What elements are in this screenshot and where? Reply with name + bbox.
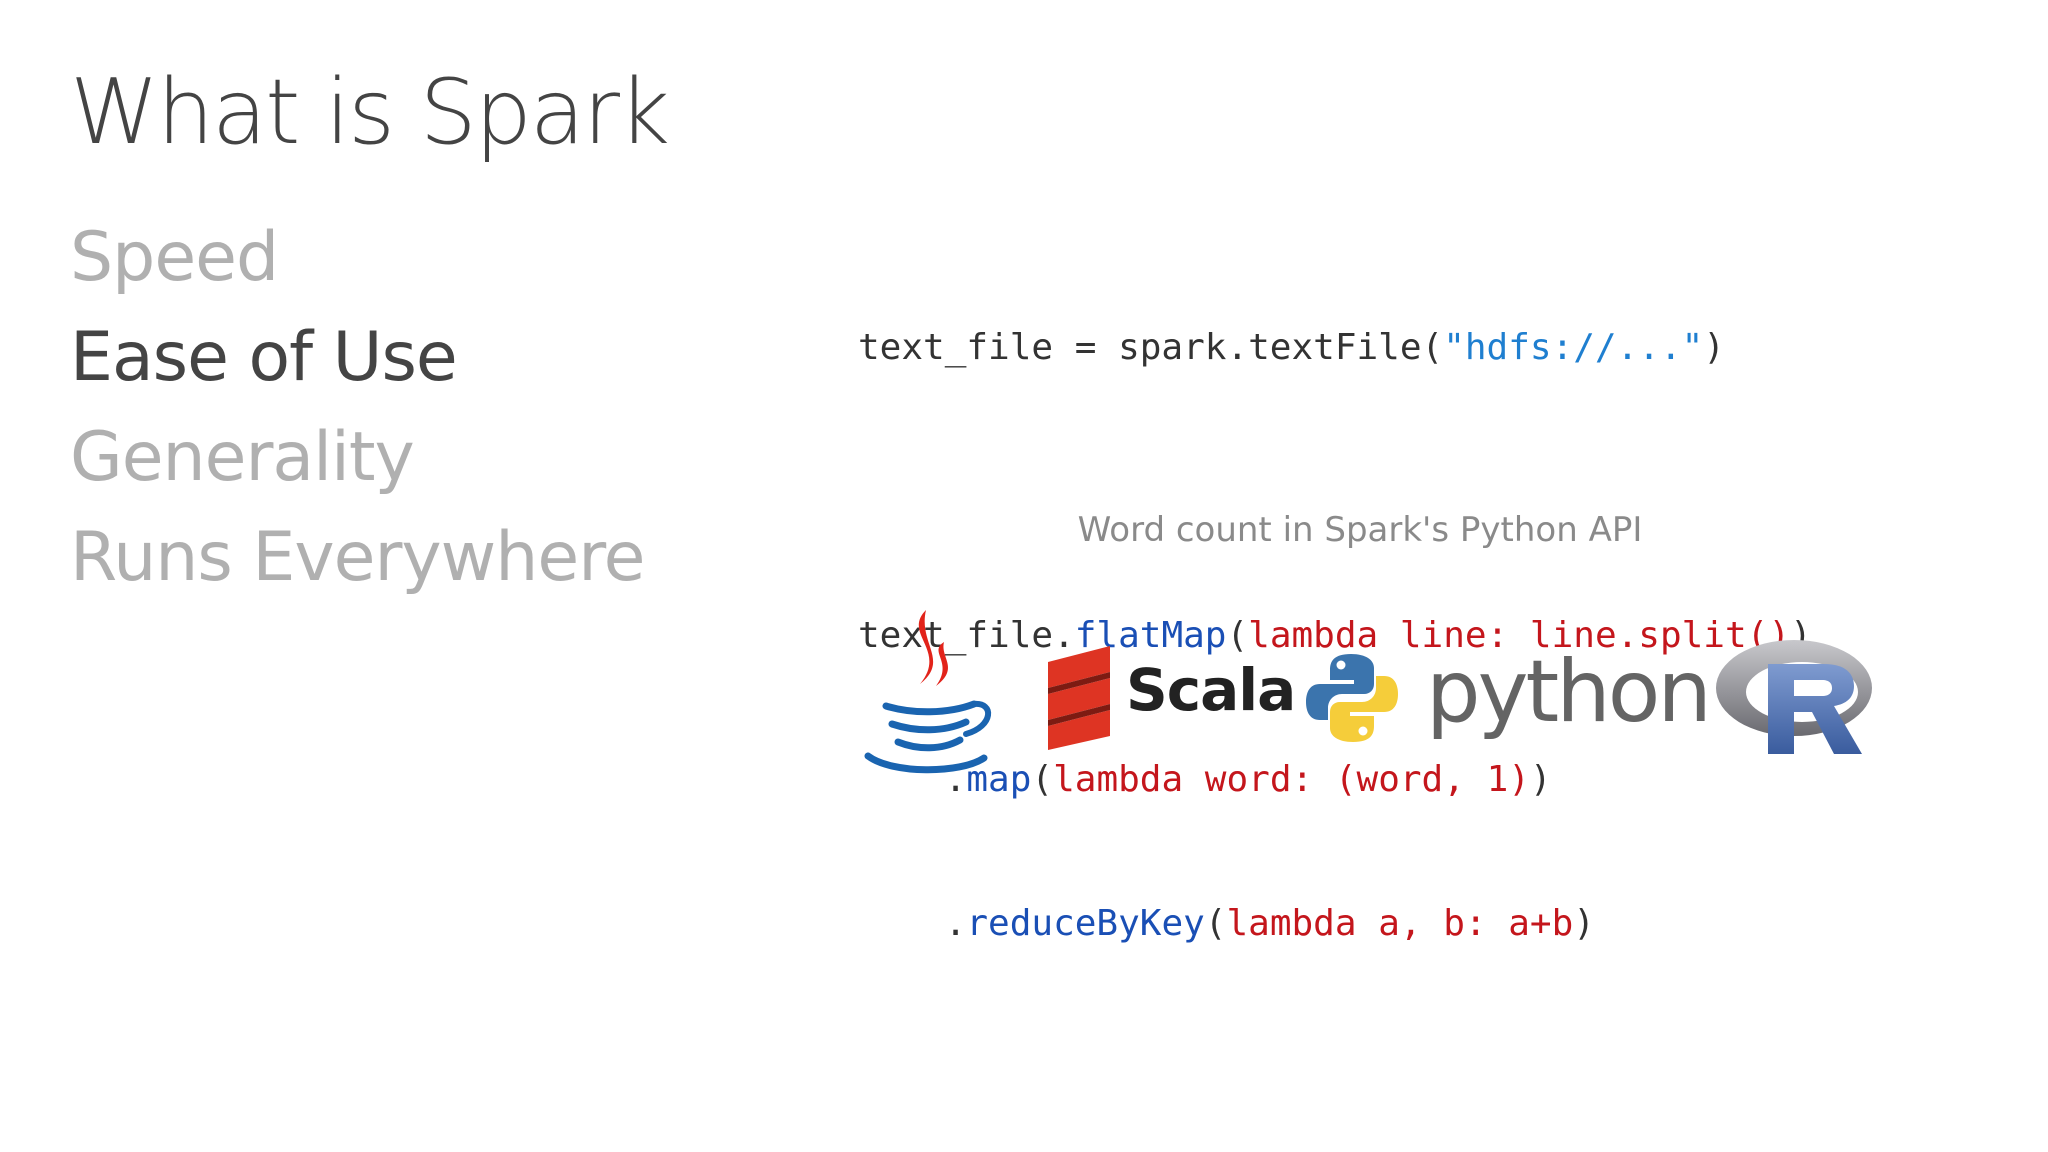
code-caption: Word count in Spark's Python API — [1077, 510, 1643, 550]
code-token: . — [858, 903, 967, 944]
code-token: ) — [1703, 327, 1725, 368]
slide-title: What is Spark — [70, 60, 670, 165]
scala-label: Scala — [1126, 656, 1296, 724]
code-string: "hdfs://..." — [1443, 327, 1704, 368]
code-method: reduceByKey — [966, 903, 1205, 944]
code-lambda: lambda a, b: a+b — [1226, 903, 1574, 944]
code-line-1: text_file = spark.textFile("hdfs://...") — [858, 324, 1812, 372]
feature-list: Speed Ease of Use Generality Runs Everyw… — [70, 208, 646, 608]
bullet-runs-everywhere: Runs Everywhere — [70, 518, 646, 597]
python-label: python — [1426, 642, 1712, 742]
r-language-icon — [1712, 634, 1882, 762]
code-token: ) — [1573, 903, 1595, 944]
language-logos: Scala python — [860, 600, 1900, 790]
code-token: ( — [1204, 903, 1227, 944]
python-icon — [1304, 650, 1400, 746]
java-icon — [862, 606, 992, 782]
bullet-generality: Generality — [70, 418, 415, 497]
bullet-speed: Speed — [70, 218, 279, 297]
bullet-ease-of-use: Ease of Use — [70, 318, 458, 397]
code-line-4: .reduceByKey(lambda a, b: a+b) — [858, 900, 1812, 948]
code-token: text_file = spark.textFile( — [858, 327, 1444, 368]
scala-icon — [1046, 642, 1112, 750]
